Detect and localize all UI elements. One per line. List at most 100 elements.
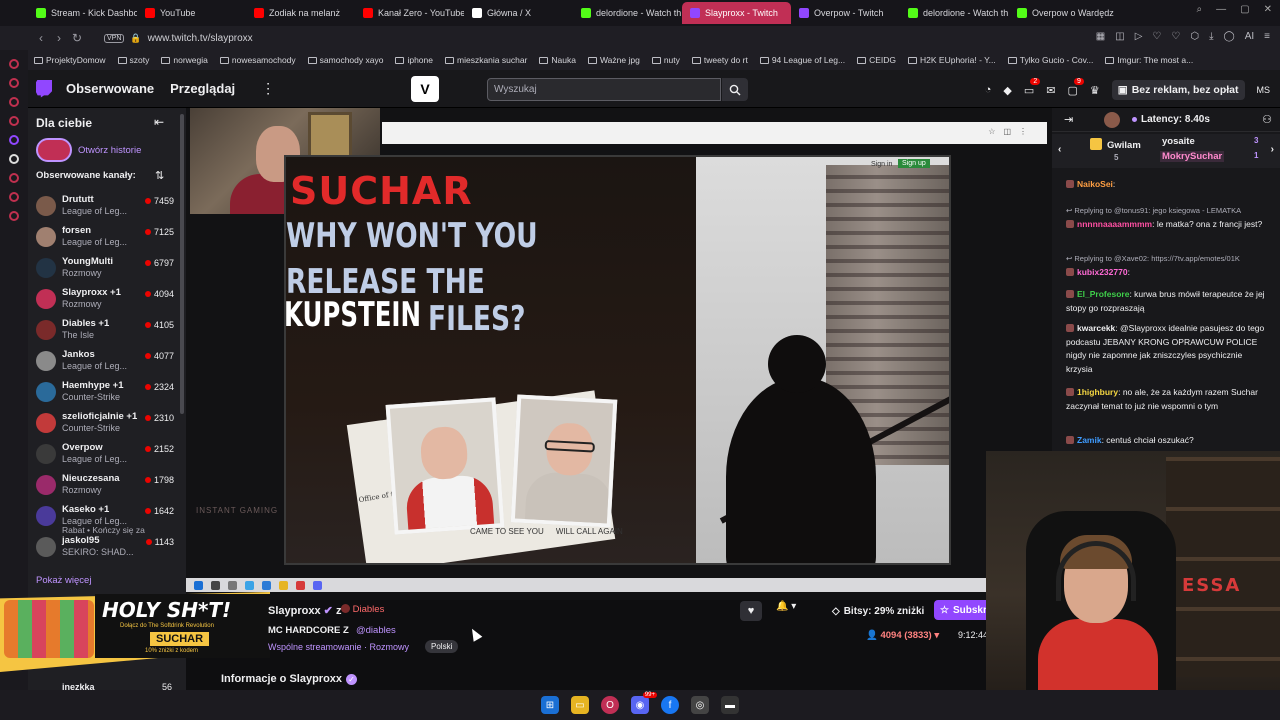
browser-tab[interactable]: YouTube <box>137 2 246 24</box>
chat-reply-header[interactable]: ↩ Replying to @Xave02: https://7tv.app/e… <box>1066 254 1276 263</box>
chat-message[interactable]: NaikoSei: <box>1066 178 1266 192</box>
telegram-icon[interactable] <box>9 97 19 107</box>
stories-avatar[interactable] <box>36 138 72 162</box>
bookmark-item[interactable]: Imgur: The most a... <box>1105 55 1193 65</box>
x-sidebar-icon[interactable] <box>9 154 19 164</box>
chat-username[interactable]: NaikoSei <box>1077 179 1113 189</box>
followed-channel-row[interactable]: jaskol95 SEKIRO: SHAD... 1143 <box>34 533 174 563</box>
chat-username[interactable]: nnnnnaaaammmm <box>1077 219 1152 229</box>
downloads-icon[interactable] <box>9 192 19 202</box>
minimize-icon[interactable]: — <box>1216 4 1226 15</box>
bookmark-item[interactable]: H2K EUphoria! - Y... <box>908 55 996 65</box>
bookmark-item[interactable]: tweety do rt <box>691 55 748 65</box>
messenger-icon[interactable] <box>9 59 19 69</box>
browser-tab[interactable]: Zodiak na melanż <box>246 2 355 24</box>
title-mention-link[interactable]: @diables <box>356 625 396 636</box>
chat-username[interactable]: kubix232770 <box>1077 267 1128 277</box>
chat-message[interactable]: nnnnnaaaammmm: le matka? ona z francji j… <box>1066 218 1266 232</box>
chat-message[interactable]: Zamik: centuś chciał oszukać? <box>1066 434 1266 448</box>
followed-channel-row[interactable]: Jankos League of Leg... 4077 <box>34 347 174 377</box>
ai-button[interactable]: AI <box>1245 31 1254 42</box>
followed-channel-row[interactable]: Overpow League of Leg... 2152 <box>34 440 174 470</box>
followed-channel-row[interactable]: szelioficjalnie +1 Counter-Strike 2310 <box>34 409 174 439</box>
search-button[interactable] <box>722 78 748 101</box>
chat-message[interactable]: kwarcekk: @Slayproxx idealnie pasujesz d… <box>1066 322 1266 376</box>
browse-link[interactable]: Przeglądaj <box>170 81 235 96</box>
prime-icon[interactable]: ◔ <box>985 84 992 96</box>
chat-username[interactable]: El_Profesore <box>1077 289 1129 299</box>
settings-icon[interactable] <box>9 211 19 221</box>
bits-icon[interactable]: ◆ <box>1003 84 1011 97</box>
video-player[interactable]: ☆ ◫ ⋮ INSTANT GAMING Sign in Sign up SUC… <box>186 108 1052 600</box>
more-icon[interactable]: ⋮ <box>261 80 275 97</box>
chat-users-icon[interactable]: ⚇ <box>1262 113 1272 126</box>
search-input[interactable] <box>487 78 721 101</box>
bookmark-item[interactable]: Nauka <box>539 55 576 65</box>
twitch-logo-icon[interactable] <box>36 79 52 98</box>
followed-channel-row[interactable]: inezkka 56 <box>62 682 172 690</box>
gift-user-2[interactable]: yosaite <box>1162 136 1195 147</box>
collapse-chat-icon[interactable]: ⇥ <box>1064 113 1073 126</box>
account-icon[interactable]: ◯ <box>1224 31 1235 42</box>
history-icon[interactable] <box>9 173 19 183</box>
menu-icon[interactable]: ≡ <box>1264 31 1270 42</box>
chat-message[interactable]: El_Profesore: kurwa brus mówił terapeutc… <box>1066 288 1266 315</box>
followed-channel-row[interactable]: forsen League of Leg... 7125 <box>34 223 174 253</box>
file-explorer-icon[interactable]: ▭ <box>571 696 589 714</box>
browser-tab[interactable]: Kanał Zero - YouTube <box>355 2 464 24</box>
vpn-badge[interactable]: VPN <box>104 33 125 43</box>
subscribe-button[interactable]: ☆ Subskrybuj <box>934 600 990 620</box>
bookmark-item[interactable]: iphone <box>395 55 433 65</box>
gift-user-1[interactable]: Gwilam <box>1107 140 1141 151</box>
obs-icon[interactable]: ◎ <box>691 696 709 714</box>
bits-discount-button[interactable]: ◇ Bitsy: 29% zniżki <box>826 601 930 621</box>
forward-icon[interactable]: › <box>50 31 68 45</box>
followed-channel-row[interactable]: Diables +1 The Isle 4105 <box>34 316 174 346</box>
chat-reply-header[interactable]: ↩ Replying to @tonus91: jego ksiegowa - … <box>1066 206 1276 215</box>
url-field[interactable]: www.twitch.tv/slayproxx <box>148 33 253 44</box>
leaderboard-next-icon[interactable]: › <box>1271 144 1274 155</box>
opera-icon[interactable]: O <box>601 696 619 714</box>
download-icon[interactable]: ⤓ <box>1209 31 1213 42</box>
collab-name[interactable]: Diables <box>353 604 385 615</box>
collapse-sidebar-icon[interactable]: ⇤ <box>154 115 164 129</box>
windows-start-icon[interactable]: ⊞ <box>541 696 559 714</box>
close-window-icon[interactable]: ✕ <box>1264 4 1272 15</box>
bookmark-item[interactable]: szoty <box>117 55 149 65</box>
browser-tab[interactable]: Stream - Kick Dashbo <box>28 2 137 24</box>
whatsapp-icon[interactable] <box>9 78 19 88</box>
collab-channel[interactable]: Diables <box>341 604 384 615</box>
twitch-sidebar-icon[interactable] <box>9 135 19 145</box>
following-link[interactable]: Obserwowane <box>66 81 154 96</box>
show-more-link[interactable]: Pokaż więcej <box>36 575 91 586</box>
extensions-icon[interactable]: ⬡ <box>1190 31 1199 42</box>
bookmark-item[interactable]: norwegia <box>161 55 208 65</box>
bookmark-item[interactable]: CEIDG <box>857 55 896 65</box>
followed-channel-row[interactable]: Slayproxx +1 Rozmowy 4094 <box>34 285 174 315</box>
browser-tab[interactable]: Slayproxx - Twitch <box>682 2 791 24</box>
discord-icon[interactable]: ◉ 99+ <box>631 692 657 714</box>
followed-channel-row[interactable]: Drututt League of Leg... 7459 <box>34 192 174 222</box>
search-tabs-icon[interactable]: ⌕ <box>1197 4 1203 15</box>
follow-button[interactable]: ♥ <box>740 601 762 621</box>
chat-username[interactable]: 1highbury <box>1077 387 1118 397</box>
bookmark-item[interactable]: nowesamochody <box>219 55 296 65</box>
chat-username[interactable]: Zamik <box>1077 435 1102 445</box>
bookmark-item[interactable]: samochody xayo <box>307 55 383 65</box>
facebook-icon[interactable]: f <box>661 696 679 714</box>
followed-channel-row[interactable]: Haemhype +1 Counter-Strike 2324 <box>34 378 174 408</box>
sort-icon[interactable]: ⇅ <box>155 169 164 182</box>
inbox-icon[interactable]: ▭ 2 <box>1024 77 1041 97</box>
heart-icon[interactable]: ♡ <box>1171 31 1180 42</box>
grid-icon[interactable]: ▦ <box>1096 31 1105 42</box>
category-link[interactable]: Wspólne streamowanie · Rozmowy <box>268 642 409 652</box>
bookmark-item[interactable]: 94 League of Leg... <box>759 55 845 65</box>
maximize-icon[interactable]: ▢ <box>1240 4 1249 15</box>
chat-message[interactable]: kubix232770: <box>1066 266 1266 280</box>
bookmark-item[interactable]: ProjektyDomow <box>34 55 106 65</box>
mail-icon[interactable]: ✉ <box>1046 84 1055 97</box>
language-tag[interactable]: Polski <box>425 640 459 653</box>
crown-icon[interactable]: ♛ <box>1090 84 1100 97</box>
bookmark-item[interactable]: Tylko Gucio - Cov... <box>1007 55 1093 65</box>
user-avatar[interactable]: MS <box>1257 85 1271 95</box>
